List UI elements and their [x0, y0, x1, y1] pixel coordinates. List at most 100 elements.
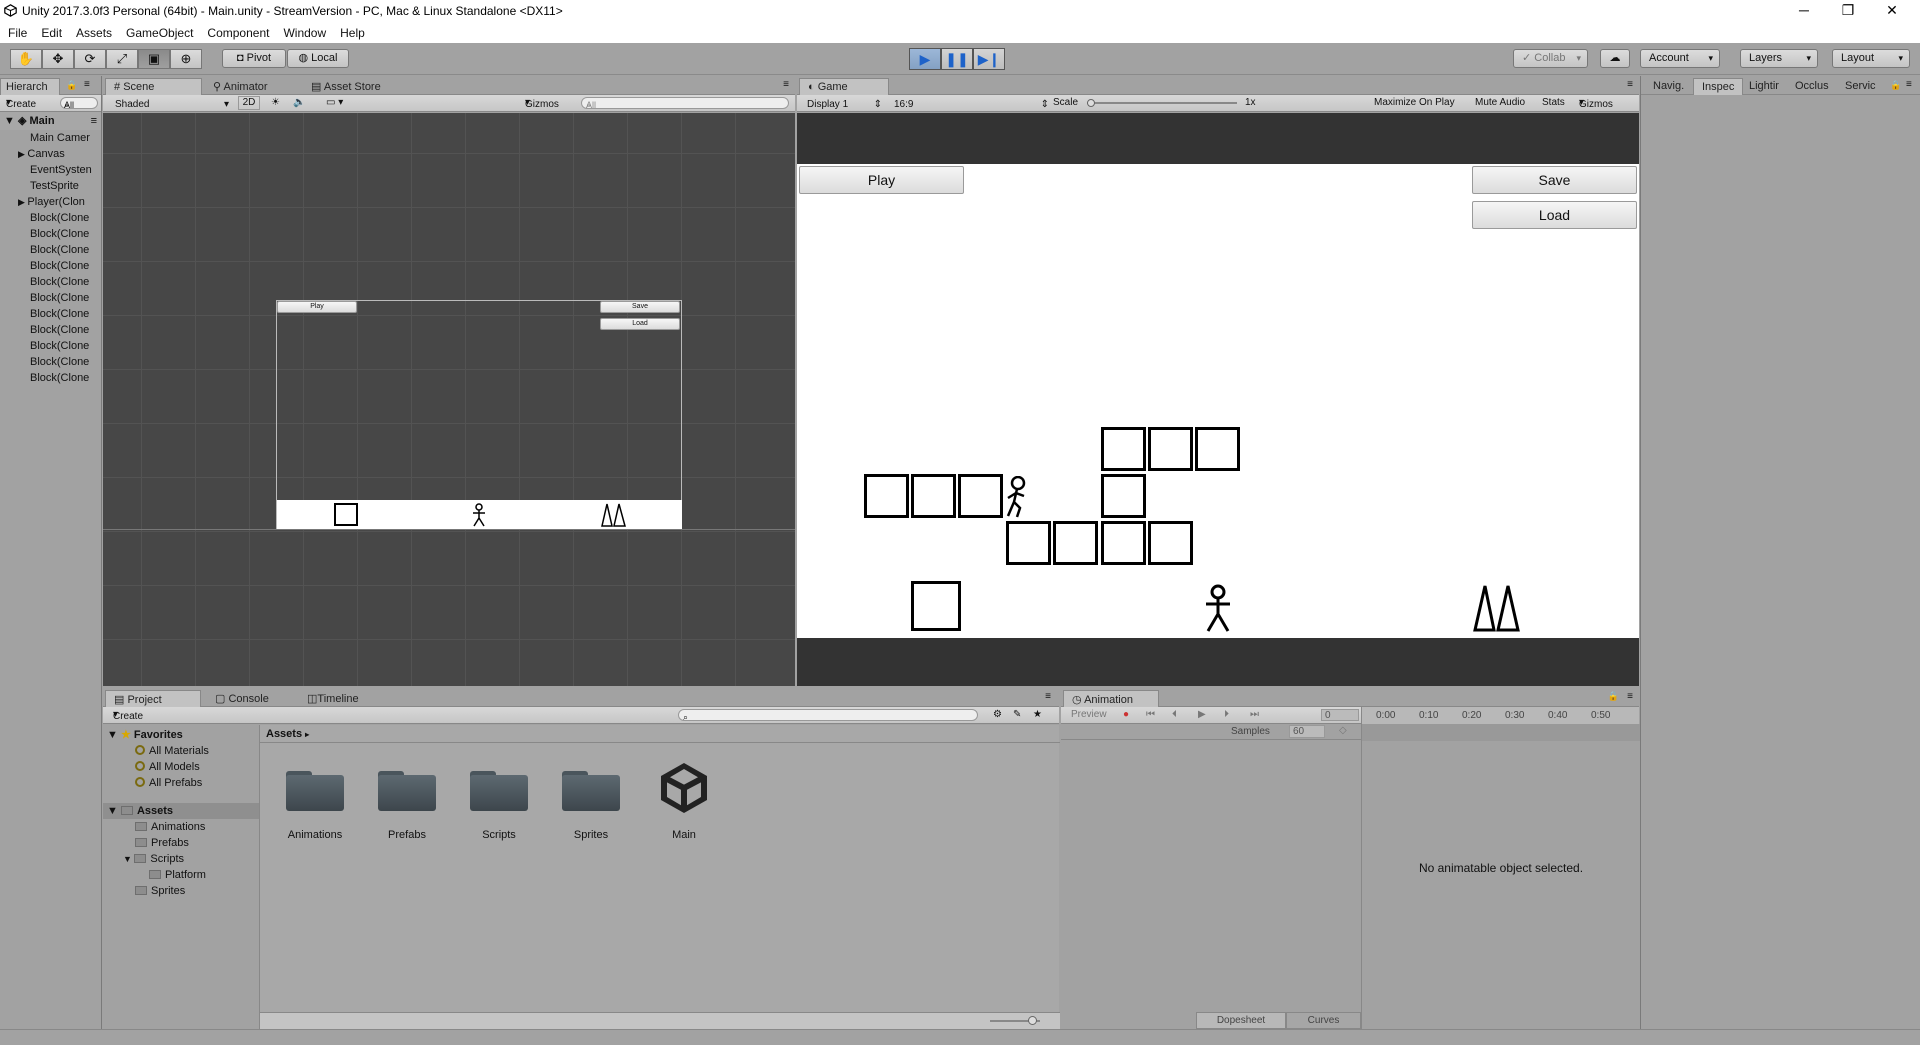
tree-folder-scripts[interactable]: ▼ Scripts: [123, 851, 184, 867]
favorite-star-icon[interactable]: ★: [1033, 709, 1042, 720]
scene-menu-icon[interactable]: ≡: [91, 112, 97, 130]
play-animation-icon[interactable]: ▶: [1198, 709, 1206, 720]
unity-scene-asset-icon[interactable]: [655, 759, 713, 817]
tree-folder-animations[interactable]: Animations: [135, 819, 205, 835]
effects-dropdown-icon[interactable]: ▭ ▾: [326, 97, 343, 108]
tree-folder-sprites[interactable]: Sprites: [135, 883, 185, 899]
2d-toggle[interactable]: 2D: [238, 96, 260, 110]
palette-spike-icon[interactable]: [1473, 582, 1523, 632]
play-button[interactable]: ▶: [909, 48, 941, 70]
samples-input[interactable]: 60: [1289, 725, 1325, 738]
menu-gameobject[interactable]: GameObject: [118, 23, 199, 40]
hierarchy-item[interactable]: Block(Clone: [0, 306, 101, 322]
hierarchy-item[interactable]: Block(Clone: [0, 274, 101, 290]
breadcrumb-assets[interactable]: Assets: [266, 728, 302, 740]
restore-button[interactable]: ❐: [1826, 0, 1870, 23]
tab-scene[interactable]: # Scene: [105, 78, 202, 95]
filter-label-icon[interactable]: ✎: [1013, 709, 1021, 720]
tab-lighting[interactable]: Lightir: [1741, 78, 1787, 95]
layers-dropdown[interactable]: Layers: [1740, 49, 1818, 68]
rotate-tool-icon[interactable]: ⟳: [74, 49, 106, 69]
asset-folder-prefabs[interactable]: [378, 767, 436, 811]
tab-animation[interactable]: ◷ Animation: [1063, 690, 1159, 707]
collab-dropdown[interactable]: ✓ Collab: [1513, 49, 1588, 68]
step-button[interactable]: ▶❙: [973, 48, 1005, 70]
asset-folder-animations[interactable]: [286, 767, 344, 811]
event-track[interactable]: [1362, 724, 1640, 741]
hierarchy-item[interactable]: ▶ Player(Clon: [0, 194, 101, 210]
menu-window[interactable]: Window: [275, 23, 332, 40]
favorite-all-models[interactable]: All Models: [135, 759, 200, 775]
game-gizmos-dropdown[interactable]: Gizmos ▾: [1579, 97, 1613, 110]
scale-tool-icon[interactable]: ⤢: [106, 49, 138, 69]
local-toggle[interactable]: ◍ Local: [287, 49, 349, 68]
tab-project[interactable]: ▤ Project: [105, 690, 201, 707]
preview-toggle[interactable]: Preview: [1071, 709, 1107, 720]
last-keyframe-icon[interactable]: ⏭: [1250, 709, 1259, 720]
scene-root[interactable]: ▼ ◈ Main ≡: [0, 112, 101, 130]
game-load-button[interactable]: Load: [1472, 201, 1637, 229]
game-save-button[interactable]: Save: [1472, 166, 1637, 194]
timeline-ruler[interactable]: 0:00 0:10 0:20 0:30 0:40 0:50: [1361, 707, 1640, 741]
maximize-on-play-toggle[interactable]: Maximize On Play: [1374, 97, 1455, 108]
tab-navigation[interactable]: Navig.: [1645, 78, 1692, 95]
scene-gizmos-dropdown[interactable]: Gizmos ▾: [525, 97, 559, 110]
cloud-button[interactable]: ☁: [1600, 49, 1630, 68]
tab-animator[interactable]: ⚲ Animator: [205, 78, 276, 95]
menu-edit[interactable]: Edit: [33, 23, 68, 40]
filter-type-icon[interactable]: ⚙: [993, 709, 1002, 720]
lock-icon[interactable]: 🔒: [1890, 80, 1901, 91]
stats-toggle[interactable]: Stats: [1542, 97, 1565, 108]
transform-tool-icon[interactable]: ⊕: [170, 49, 202, 69]
panel-menu-icon[interactable]: ≡: [84, 79, 90, 90]
audio-toggle-icon[interactable]: 🔈: [293, 97, 305, 108]
scene-viewport[interactable]: Play Save Load: [103, 113, 795, 686]
lighting-toggle-icon[interactable]: ☀: [271, 97, 280, 108]
prev-keyframe-icon[interactable]: ⏴: [1172, 709, 1177, 720]
icon-size-slider-handle[interactable]: [1028, 1016, 1037, 1025]
project-create-button[interactable]: Create ▾: [113, 709, 143, 722]
minimize-button[interactable]: ─: [1782, 0, 1826, 23]
favorites-node[interactable]: ▼ ★ Favorites: [107, 727, 183, 743]
menu-file[interactable]: File: [0, 23, 33, 40]
hand-tool-icon[interactable]: ✋: [10, 49, 42, 69]
project-search-input[interactable]: ⌕: [678, 709, 978, 722]
tab-hierarchy[interactable]: Hierarch: [0, 78, 60, 95]
tab-occlusion[interactable]: Occlus: [1787, 78, 1837, 95]
curves-button[interactable]: Curves: [1286, 1012, 1361, 1029]
hierarchy-search-input[interactable]: ⌕ All: [60, 97, 98, 110]
game-screen[interactable]: Play Save Load: [797, 164, 1639, 638]
hierarchy-item[interactable]: Block(Clone: [0, 370, 101, 386]
menu-help[interactable]: Help: [332, 23, 371, 40]
move-tool-icon[interactable]: ✥: [42, 49, 74, 69]
panel-menu-icon[interactable]: ≡: [1045, 691, 1051, 702]
hierarchy-item[interactable]: Block(Clone: [0, 242, 101, 258]
hierarchy-item[interactable]: Block(Clone: [0, 226, 101, 242]
hierarchy-item[interactable]: Block(Clone: [0, 338, 101, 354]
tab-console[interactable]: ▢ Console: [207, 690, 277, 707]
tab-game[interactable]: ◐ Game: [799, 78, 889, 95]
palette-block[interactable]: [911, 581, 961, 631]
scale-slider[interactable]: [1087, 102, 1237, 104]
asset-folder-scripts[interactable]: [470, 767, 528, 811]
scene-play-button[interactable]: Play: [277, 301, 357, 313]
frame-input[interactable]: 0: [1321, 709, 1359, 721]
rect-tool-icon[interactable]: ▣: [138, 49, 170, 69]
hierarchy-item[interactable]: Block(Clone: [0, 290, 101, 306]
lock-icon[interactable]: 🔒: [1608, 691, 1619, 702]
hierarchy-item[interactable]: EventSysten: [0, 162, 101, 178]
hierarchy-item[interactable]: Block(Clone: [0, 210, 101, 226]
layout-dropdown[interactable]: Layout: [1832, 49, 1910, 68]
hierarchy-item[interactable]: TestSprite: [0, 178, 101, 194]
menu-assets[interactable]: Assets: [68, 23, 118, 40]
hierarchy-item[interactable]: Main Camer: [0, 130, 101, 146]
tab-timeline[interactable]: ◫Timeline: [299, 690, 367, 707]
assets-node[interactable]: ▼ Assets: [103, 803, 259, 819]
hierarchy-item[interactable]: Block(Clone: [0, 354, 101, 370]
panel-menu-icon[interactable]: ≡: [1627, 79, 1633, 90]
scene-search-input[interactable]: ⌕ All: [581, 97, 789, 110]
first-keyframe-icon[interactable]: ⏮: [1146, 709, 1155, 720]
tab-asset-store[interactable]: ▤ Asset Store: [303, 78, 389, 95]
lock-icon[interactable]: 🔒: [66, 80, 77, 91]
scene-save-button[interactable]: Save: [600, 301, 680, 313]
